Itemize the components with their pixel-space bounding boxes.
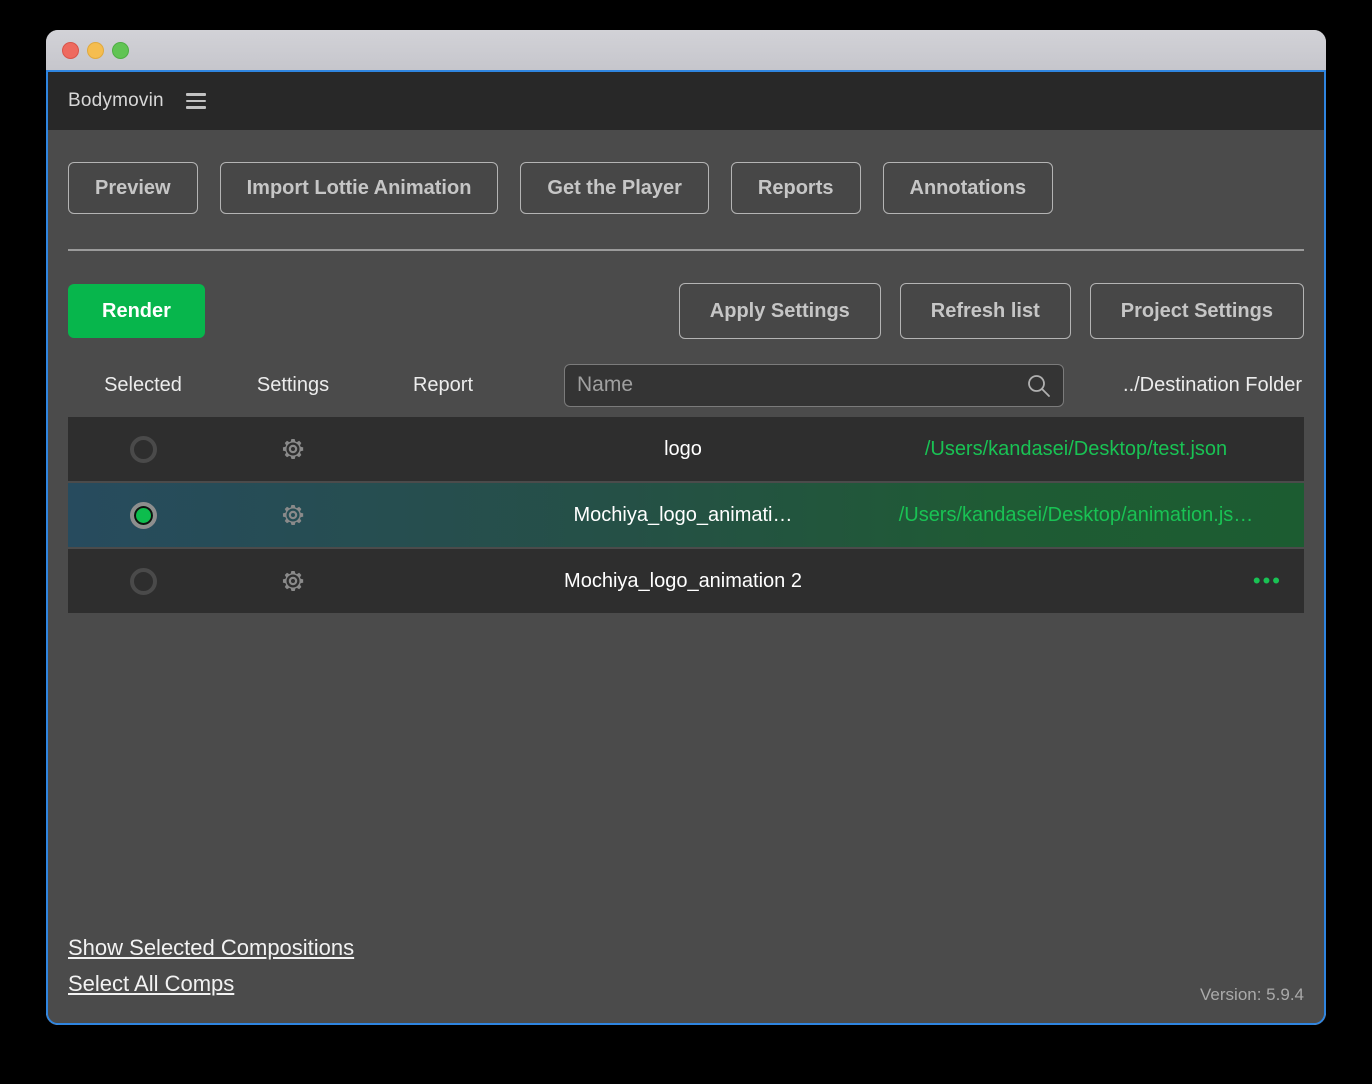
minimize-button[interactable] (87, 41, 104, 59)
actions-right-group: Apply Settings Refresh list Project Sett… (678, 283, 1304, 339)
column-header-settings: Settings (256, 373, 330, 396)
radio-icon[interactable] (129, 501, 157, 529)
panel-title: Bodymovin (68, 90, 164, 111)
compositions-table-body: logo /Users/kandasei/Desktop/test.json M… (68, 417, 1304, 615)
table-row[interactable]: logo /Users/kandasei/Desktop/test.json (68, 417, 1304, 483)
project-settings-button[interactable]: Project Settings (1089, 283, 1304, 339)
row-destination-ellipsis[interactable]: ••• (848, 568, 1304, 594)
row-selected-cell[interactable] (68, 501, 218, 529)
import-lottie-animation-button[interactable]: Import Lottie Animation (219, 162, 499, 214)
hamburger-icon[interactable] (185, 93, 206, 109)
column-header-selected: Selected (104, 373, 182, 396)
gear-icon[interactable] (278, 500, 308, 530)
actions-row: Render Apply Settings Refresh list Proje… (68, 251, 1304, 339)
annotations-button[interactable]: Annotations (882, 162, 1054, 214)
compositions-table-header: Selected Settings Report ../Destination … (68, 353, 1304, 417)
panel-header: Bodymovin (48, 72, 1324, 130)
row-composition-name: Mochiya_logo_animation 2 (564, 569, 802, 592)
row-settings-cell[interactable] (218, 500, 368, 530)
column-header-destination-folder: ../Destination Folder (1123, 373, 1302, 396)
close-button[interactable] (62, 41, 79, 59)
render-button[interactable]: Render (68, 284, 205, 338)
row-settings-cell[interactable] (218, 434, 368, 464)
row-destination-path[interactable]: /Users/kandasei/Desktop/animation.js… (848, 504, 1304, 527)
search-field-wrapper (564, 363, 1064, 407)
preview-button[interactable]: Preview (68, 162, 198, 214)
bodymovin-panel: Bodymovin Preview Import Lottie Animatio… (46, 70, 1326, 1025)
application-window: Bodymovin Preview Import Lottie Animatio… (46, 30, 1326, 1025)
get-the-player-button[interactable]: Get the Player (520, 162, 709, 214)
row-settings-cell[interactable] (218, 566, 368, 596)
gear-icon[interactable] (278, 566, 308, 596)
traffic-lights (62, 41, 129, 59)
table-row[interactable]: Mochiya_logo_animati… /Users/kandasei/De… (68, 483, 1304, 549)
row-selected-cell[interactable] (68, 567, 218, 595)
row-composition-name: logo (664, 437, 702, 460)
toolbar-row: Preview Import Lottie Animation Get the … (68, 130, 1304, 214)
version-label: Version: 5.9.4 (1200, 985, 1304, 1004)
search-input[interactable] (564, 363, 1064, 407)
screen: Bodymovin Preview Import Lottie Animatio… (0, 0, 1372, 1084)
show-selected-compositions-link[interactable]: Show Selected Compositions (68, 935, 354, 961)
row-destination-path[interactable]: /Users/kandasei/Desktop/test.json (848, 438, 1304, 461)
table-row[interactable]: Mochiya_logo_animation 2 ••• (68, 549, 1304, 615)
column-header-report: Report (412, 373, 474, 396)
row-selected-cell[interactable] (68, 435, 218, 463)
radio-icon[interactable] (129, 567, 157, 595)
panel-body: Preview Import Lottie Animation Get the … (48, 130, 1324, 1023)
radio-icon[interactable] (129, 435, 157, 463)
refresh-list-button[interactable]: Refresh list (899, 283, 1071, 339)
apply-settings-button[interactable]: Apply Settings (678, 283, 881, 339)
window-titlebar (46, 30, 1326, 70)
panel-footer: Show Selected Compositions Select All Co… (68, 935, 1304, 1007)
row-composition-name: Mochiya_logo_animati… (573, 503, 793, 526)
gear-icon[interactable] (278, 434, 308, 464)
select-all-comps-link[interactable]: Select All Comps (68, 971, 234, 997)
reports-button[interactable]: Reports (730, 162, 861, 214)
maximize-button[interactable] (112, 41, 129, 59)
